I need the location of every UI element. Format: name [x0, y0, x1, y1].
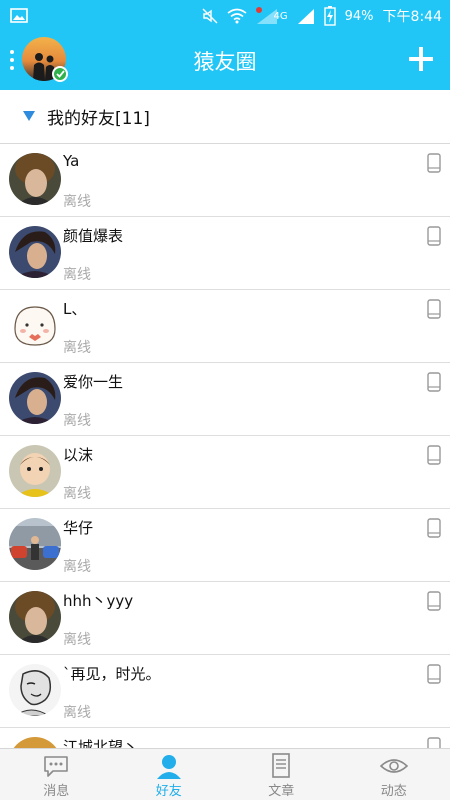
bottom-nav: 消息 好友 文章 动态 — [0, 748, 450, 800]
friend-item[interactable]: Ya 离线 — [0, 144, 450, 217]
friend-status: 离线 — [63, 486, 91, 502]
signal-icon — [297, 7, 315, 25]
gallery-notification-icon — [10, 8, 28, 23]
friend-group-label: 我的好友[11] — [47, 109, 150, 129]
friend-name: 江城北望丶 — [63, 738, 139, 748]
signal-4g-icon: 4G — [255, 7, 288, 25]
friend-avatar — [9, 445, 61, 497]
nav-messages-label: 消息 — [43, 784, 70, 799]
friend-avatar — [9, 737, 61, 748]
phone-icon — [427, 518, 441, 538]
friend-item[interactable]: 华仔 离线 — [0, 509, 450, 582]
wifi-icon — [227, 8, 247, 24]
friend-status: 离线 — [63, 705, 91, 721]
friend-item[interactable]: L、 离线 — [0, 290, 450, 363]
status-bar: 4G 94% 下午8:44 — [0, 0, 450, 32]
app-bar: 猿友圈 — [0, 32, 450, 90]
nav-articles-label: 文章 — [268, 784, 295, 799]
page-title: 猿友圈 — [193, 50, 257, 74]
friend-status: 离线 — [63, 632, 91, 648]
friend-name: L、 — [63, 300, 87, 318]
friend-avatar — [9, 153, 61, 205]
phone-icon — [427, 372, 441, 392]
friend-status: 离线 — [63, 194, 91, 210]
phone-icon — [427, 153, 441, 173]
add-icon[interactable] — [406, 44, 436, 74]
friend-status: 离线 — [63, 413, 91, 429]
chat-bubble-icon — [44, 756, 69, 777]
friend-status: 离线 — [63, 267, 91, 283]
phone-icon — [427, 299, 441, 319]
friend-item[interactable]: hhh丶yyy 离线 — [0, 582, 450, 655]
friend-item[interactable]: 以沫 离线 — [0, 436, 450, 509]
friend-name: 爱你一生 — [63, 373, 124, 391]
friend-name: `再见，时光。 — [63, 665, 161, 683]
friend-avatar — [9, 299, 61, 351]
person-icon — [156, 755, 181, 779]
friend-avatar — [9, 664, 61, 716]
network-type: 4G — [273, 10, 288, 22]
phone-icon — [427, 445, 441, 465]
friend-name: 颜值爆表 — [63, 227, 124, 245]
nav-moments[interactable]: 动态 — [338, 749, 450, 800]
friend-list: Ya 离线 颜值爆表 离线 L、 离线 爱你一生 离线 以沫 离线 华仔 离线 … — [0, 144, 450, 748]
friend-item[interactable]: `再见，时光。 离线 — [0, 655, 450, 728]
friend-name: hhh丶yyy — [63, 592, 134, 610]
nav-moments-label: 动态 — [380, 784, 407, 799]
battery-charging-icon — [323, 6, 336, 26]
phone-icon — [427, 664, 441, 684]
mute-icon — [202, 8, 218, 24]
nav-friends[interactable]: 好友 — [113, 749, 226, 800]
top-header: 4G 94% 下午8:44 猿友圈 — [0, 0, 450, 90]
friend-name: Ya — [63, 152, 80, 170]
triangle-down-icon — [23, 111, 35, 121]
clock: 下午8:44 — [382, 9, 442, 25]
friend-item[interactable]: 爱你一生 离线 — [0, 363, 450, 436]
friend-avatar — [9, 591, 61, 643]
friend-group-header[interactable]: 我的好友[11] — [0, 90, 450, 144]
friend-item[interactable]: 颜值爆表 离线 — [0, 217, 450, 290]
nav-messages[interactable]: 消息 — [0, 749, 113, 800]
friend-avatar — [9, 226, 61, 278]
friend-item[interactable]: 江城北望丶 — [0, 728, 450, 748]
phone-icon — [427, 591, 441, 611]
friend-status: 离线 — [63, 340, 91, 356]
friend-avatar — [9, 518, 61, 570]
friend-name: 以沫 — [63, 446, 94, 464]
document-icon — [272, 753, 291, 778]
battery-percent: 94% — [344, 8, 374, 24]
friend-name: 华仔 — [63, 519, 94, 537]
nav-articles[interactable]: 文章 — [225, 749, 338, 800]
friend-avatar — [9, 372, 61, 424]
eye-icon — [379, 759, 408, 773]
phone-icon — [427, 737, 441, 748]
phone-icon — [427, 226, 441, 246]
friend-status: 离线 — [63, 559, 91, 575]
nav-friends-label: 好友 — [155, 784, 182, 799]
